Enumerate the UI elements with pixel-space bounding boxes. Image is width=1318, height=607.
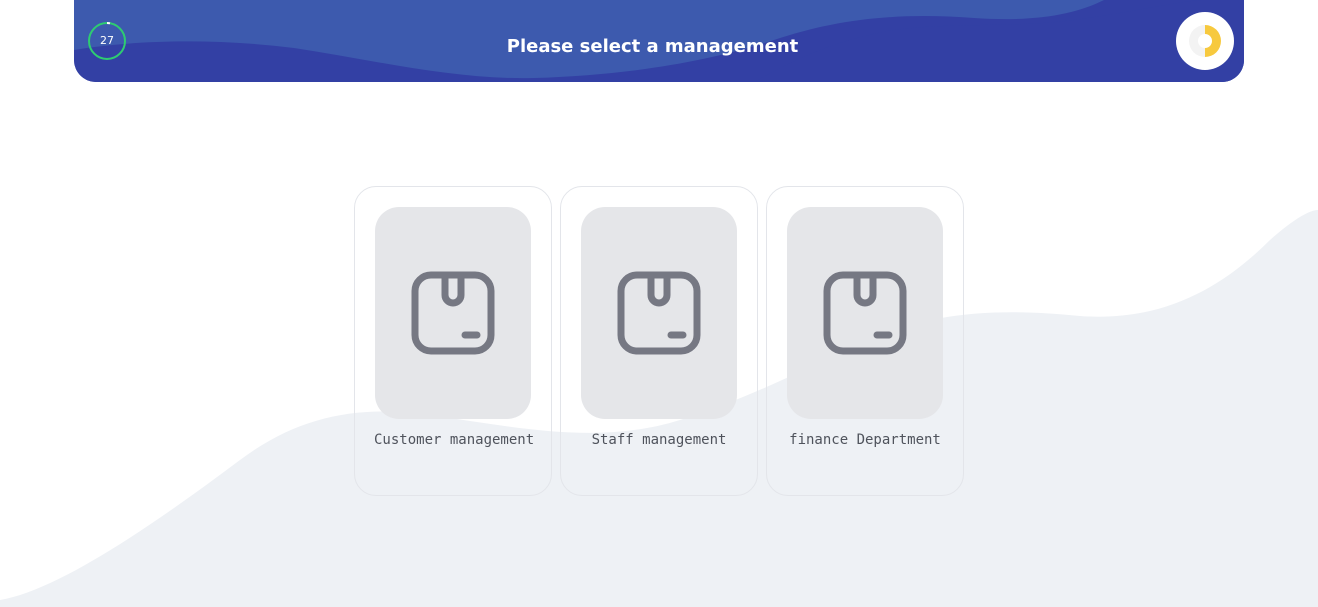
page: 27 Please select a management Customer m… (0, 0, 1318, 607)
management-options: Customer management Staff management fin… (354, 186, 974, 496)
card-customer-management[interactable]: Customer management (354, 186, 552, 496)
package-box-icon (823, 271, 907, 355)
page-title: Please select a management (506, 36, 799, 57)
card-staff-management[interactable]: Staff management (560, 186, 758, 496)
card-label: Customer management (374, 432, 535, 448)
card-thumbnail (375, 207, 531, 419)
card-thumbnail (787, 207, 943, 419)
card-label: Staff management (591, 432, 727, 448)
package-box-icon (411, 271, 495, 355)
brand-logo (1176, 12, 1234, 70)
package-box-icon (617, 271, 701, 355)
header-bar: 27 Please select a management (74, 0, 1244, 82)
donut-logo-icon (1189, 25, 1221, 57)
card-finance-department[interactable]: finance Department (766, 186, 964, 496)
card-label: finance Department (789, 432, 941, 448)
card-thumbnail (581, 207, 737, 419)
